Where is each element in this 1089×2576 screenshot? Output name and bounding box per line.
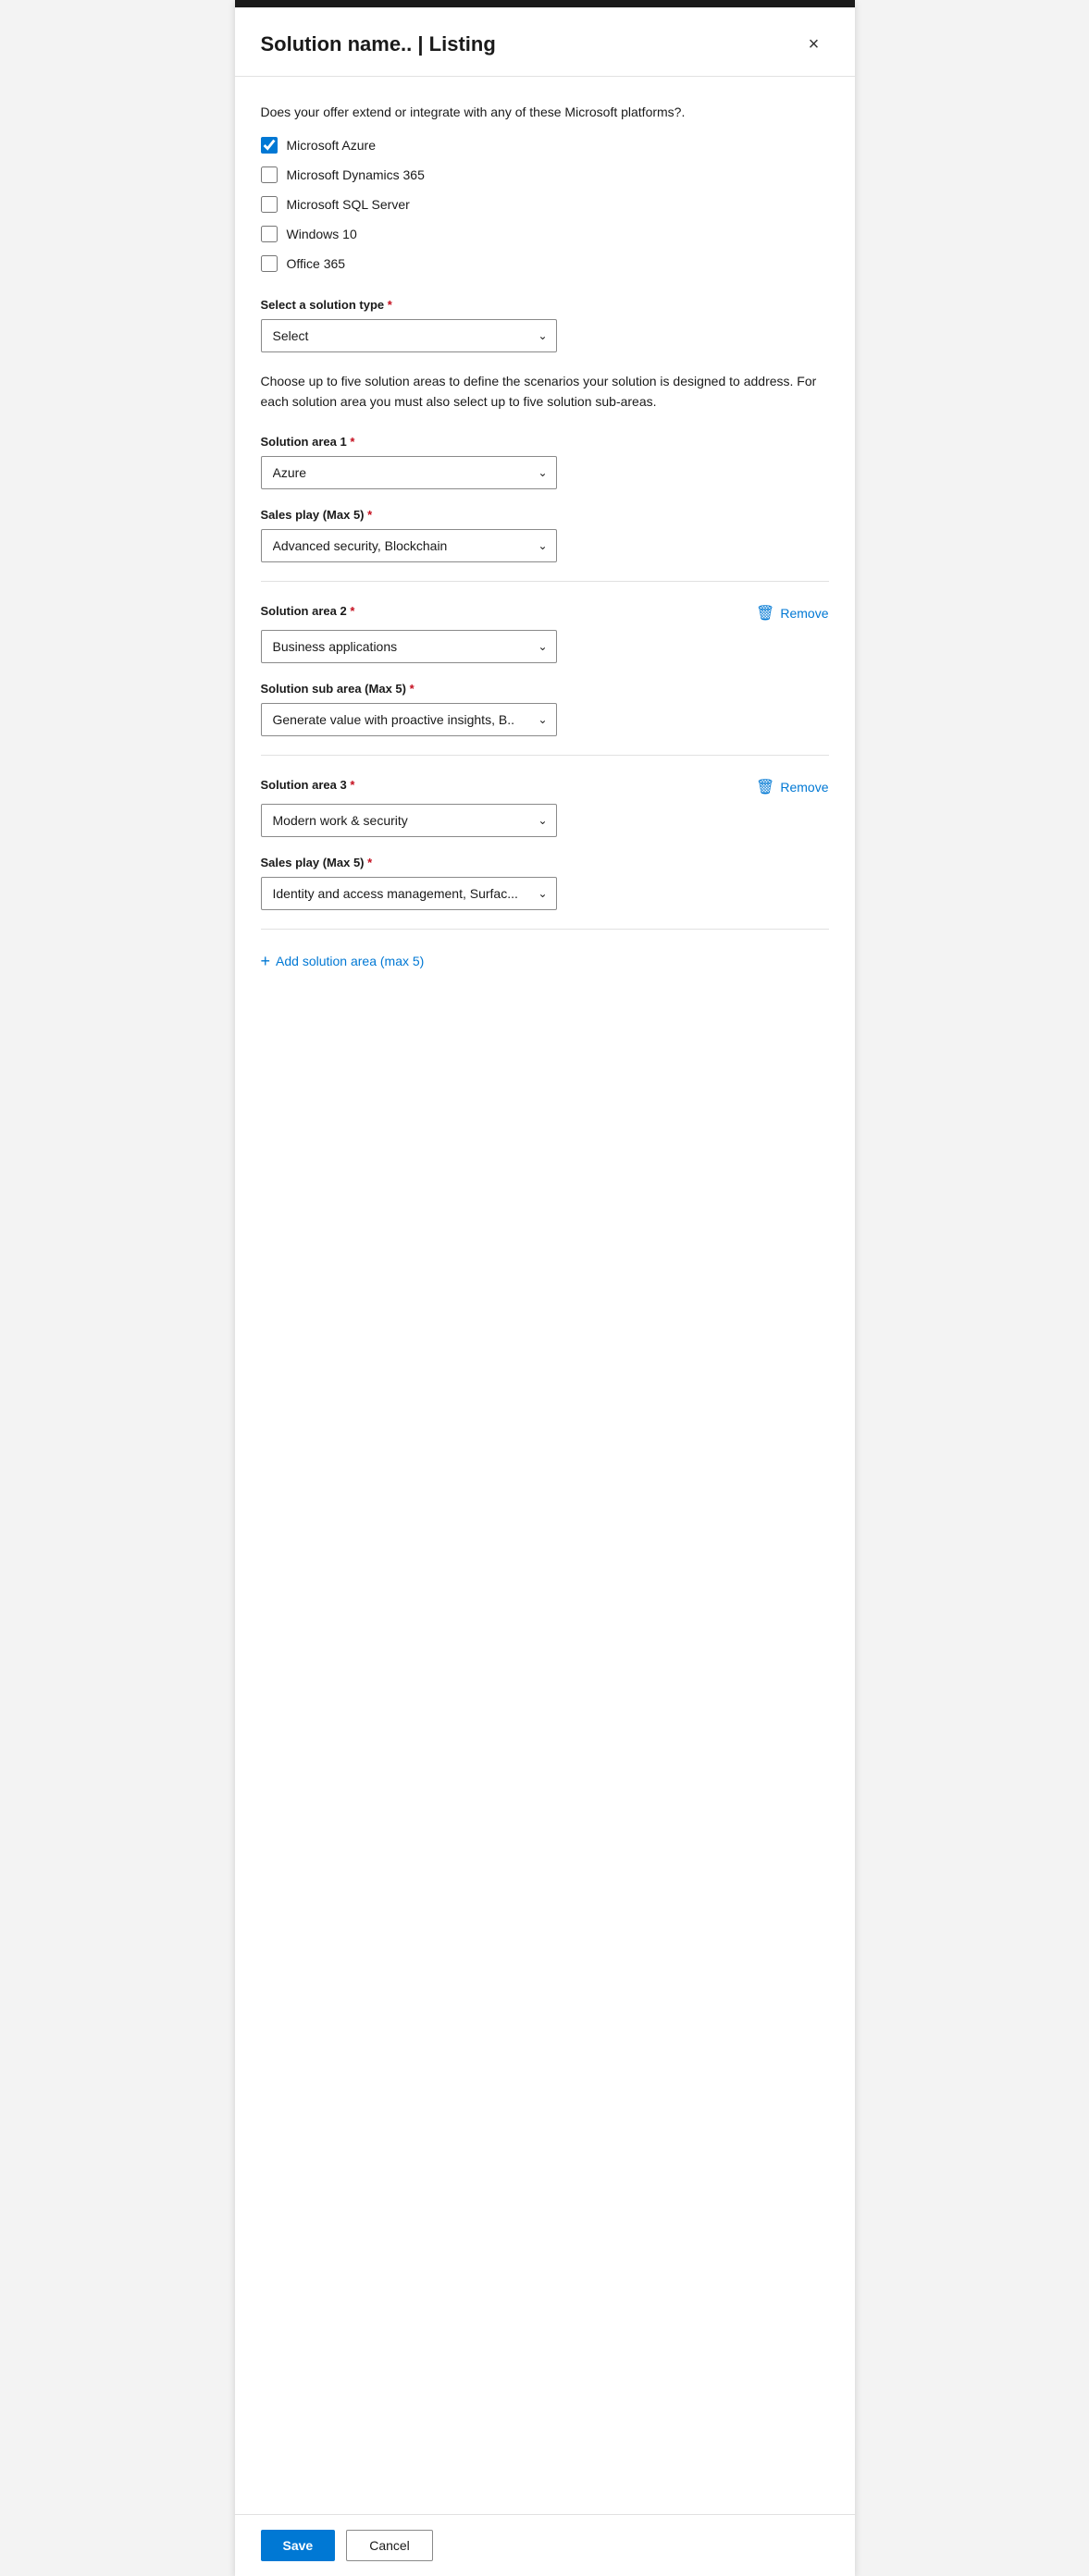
sales-play-3-label: Sales play (Max 5) [261,856,829,869]
sub-area-2-label: Solution sub area (Max 5) [261,682,829,696]
main-panel: Solution name.. | Listing × Does your of… [235,0,855,2576]
platforms-checkbox-group: Microsoft Azure Microsoft Dynamics 365 M… [261,137,829,272]
checkbox-azure-label: Microsoft Azure [287,138,376,153]
solution-area-3-select[interactable]: Azure Business applications Modern work … [261,804,557,837]
add-solution-label: Add solution area (max 5) [276,954,424,968]
add-solution-area-button[interactable]: + Add solution area (max 5) [261,952,425,971]
solution-type-section: Select a solution type Select Solution t… [261,298,829,352]
trash-icon-3: 🗑 [756,778,774,796]
divider-1 [261,581,829,582]
remove-solution-area-2-button[interactable]: 🗑 Remove [756,604,828,622]
remove-3-label: Remove [780,780,828,795]
checkbox-sql-input[interactable] [261,196,278,213]
solution-area-1-label: Solution area 1 [261,435,355,449]
plus-icon: + [261,952,271,971]
solution-area-2-label: Solution area 2 [261,604,355,618]
checkbox-windows[interactable]: Windows 10 [261,226,829,242]
checkbox-sql-label: Microsoft SQL Server [287,197,410,212]
sales-play-1-label: Sales play (Max 5) [261,508,829,522]
checkbox-dynamics-input[interactable] [261,166,278,183]
sales-play-3-select[interactable]: Identity and access management, Surfac..… [261,877,557,910]
save-button[interactable]: Save [261,2530,336,2561]
sub-area-2-select[interactable]: Generate value with proactive insights, … [261,703,557,736]
sub-area-2-wrapper: Generate value with proactive insights, … [261,703,557,736]
solution-area-3-label: Solution area 3 [261,778,355,792]
panel-title: Solution name.. | Listing [261,32,496,56]
solution-type-label: Select a solution type [261,298,829,312]
sales-play-3-wrapper: Identity and access management, Surfac..… [261,877,557,910]
solution-area-1-header: Solution area 1 [261,435,829,449]
sales-play-1-wrapper: Advanced security, Blockchain ⌄ [261,529,557,562]
top-bar [235,0,855,7]
panel-footer: Save Cancel [235,2514,855,2576]
solution-area-2-section: Solution area 2 🗑 Remove Azure Business … [261,604,829,736]
cancel-button[interactable]: Cancel [346,2530,433,2561]
solution-type-select[interactable]: Select Solution type 1 Solution type 2 [261,319,557,352]
checkbox-azure-input[interactable] [261,137,278,154]
checkbox-office-input[interactable] [261,255,278,272]
solution-area-3-section: Solution area 3 🗑 Remove Azure Business … [261,778,829,910]
close-button[interactable]: × [799,30,829,59]
solution-area-1-section: Solution area 1 Azure Business applicati… [261,435,829,562]
panel-content: Does your offer extend or integrate with… [235,77,855,2514]
solution-area-3-wrapper: Azure Business applications Modern work … [261,804,557,837]
divider-2 [261,755,829,756]
checkbox-office[interactable]: Office 365 [261,255,829,272]
checkbox-dynamics-label: Microsoft Dynamics 365 [287,167,425,182]
solution-area-1-select[interactable]: Azure Business applications Modern work … [261,456,557,489]
divider-3 [261,929,829,930]
checkbox-windows-input[interactable] [261,226,278,242]
solution-type-wrapper: Select Solution type 1 Solution type 2 ⌄ [261,319,557,352]
checkbox-dynamics[interactable]: Microsoft Dynamics 365 [261,166,829,183]
solution-area-2-select[interactable]: Azure Business applications Modern work … [261,630,557,663]
solution-area-2-wrapper: Azure Business applications Modern work … [261,630,557,663]
solution-area-1-wrapper: Azure Business applications Modern work … [261,456,557,489]
platforms-question: Does your offer extend or integrate with… [261,103,829,122]
solution-area-3-header: Solution area 3 🗑 Remove [261,778,829,796]
checkbox-azure[interactable]: Microsoft Azure [261,137,829,154]
panel-header: Solution name.. | Listing × [235,7,855,77]
remove-solution-area-3-button[interactable]: 🗑 Remove [756,778,828,796]
checkbox-windows-label: Windows 10 [287,227,357,241]
checkbox-office-label: Office 365 [287,256,346,271]
sales-play-1-select[interactable]: Advanced security, Blockchain [261,529,557,562]
checkbox-sql[interactable]: Microsoft SQL Server [261,196,829,213]
remove-2-label: Remove [780,606,828,621]
trash-icon-2: 🗑 [756,604,774,622]
solution-area-2-header: Solution area 2 🗑 Remove [261,604,829,622]
info-text: Choose up to five solution areas to defi… [261,371,829,413]
